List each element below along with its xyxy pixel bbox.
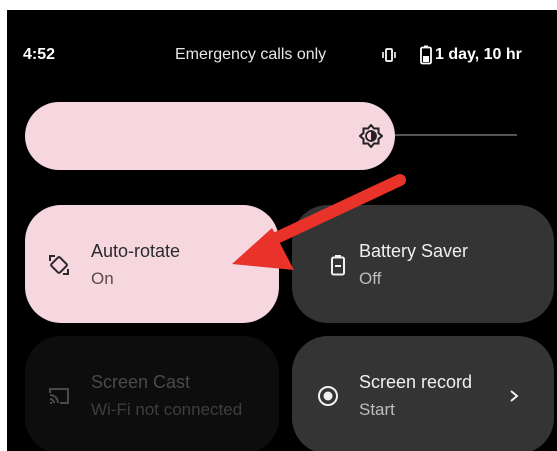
tile-auto-rotate-state: On [91,269,114,288]
brightness-slider[interactable] [25,102,395,170]
tile-auto-rotate-label: Auto-rotate [91,241,181,261]
tile-battery-saver-label: Battery Saver [359,241,469,261]
vibrate-icon [382,48,396,62]
status-bar: 4:52 Emergency calls only 1 day, 10 hr [7,10,557,65]
chevron-right-icon[interactable] [506,386,522,406]
record-icon [318,386,338,406]
battery-text: 1 day, 10 hr [435,46,522,63]
tile-screen-record-state: Start [359,400,395,419]
tile-screen-cast-state: Wi-Fi not connected [91,400,243,419]
status-time: 4:52 [23,46,56,63]
network-status: Emergency calls only [175,46,327,63]
battery-icon [331,255,345,276]
battery-status-icon [420,45,432,65]
rotate-icon [49,255,69,275]
brightness-icon [359,124,383,148]
tile-battery-saver[interactable]: Battery Saver Off [292,205,554,323]
quick-settings-panel: 4:52 Emergency calls only 1 day, 10 hr A… [7,10,557,451]
tile-auto-rotate[interactable]: Auto-rotate On [25,205,279,323]
tile-screen-cast[interactable]: Screen Cast Wi-Fi not connected [25,336,279,451]
brightness-track[interactable] [387,134,517,136]
tile-battery-saver-state: Off [359,269,382,288]
cast-icon [49,388,69,404]
tile-screen-cast-label: Screen Cast [91,372,191,392]
tile-screen-record[interactable]: Screen record Start [292,336,554,451]
tile-screen-record-label: Screen record [359,372,473,392]
